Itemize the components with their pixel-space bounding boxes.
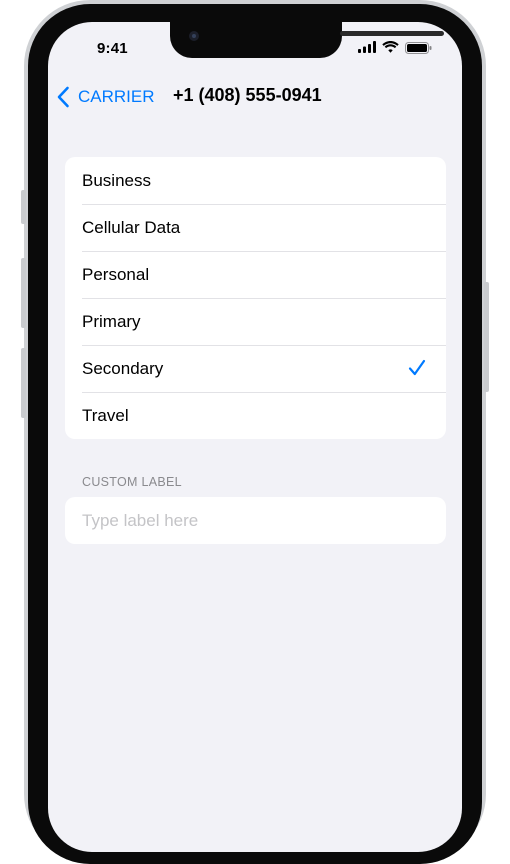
label-list: Business Cellular Data Personal Primary … <box>65 157 446 439</box>
volume-up-button <box>21 258 26 328</box>
status-time: 9:41 <box>97 40 128 57</box>
label-option-text: Business <box>82 170 151 190</box>
label-option-personal[interactable]: Personal <box>65 251 446 298</box>
label-option-travel[interactable]: Travel <box>65 392 446 439</box>
wifi-icon <box>382 41 399 53</box>
volume-down-button <box>21 348 26 418</box>
phone-screen: 9:41 CARRIER +1 (408) 555-0941 Business <box>48 22 462 852</box>
back-button[interactable]: CARRIER <box>56 84 155 110</box>
silent-switch <box>21 190 26 224</box>
chevron-left-icon <box>57 86 69 108</box>
custom-label-input[interactable] <box>82 497 422 544</box>
custom-label-header: CUSTOM LABEL <box>82 475 182 489</box>
speaker-grille <box>340 31 444 36</box>
cellular-signal-icon <box>358 41 376 53</box>
label-option-cellular-data[interactable]: Cellular Data <box>65 204 446 251</box>
battery-icon <box>405 42 432 54</box>
label-option-text: Primary <box>82 311 141 331</box>
label-option-business[interactable]: Business <box>65 157 446 204</box>
checkmark-icon <box>408 359 426 376</box>
label-option-text: Travel <box>82 405 129 425</box>
label-option-text: Secondary <box>82 358 164 378</box>
label-option-text: Cellular Data <box>82 217 181 237</box>
page-title: +1 (408) 555-0941 <box>173 85 322 105</box>
label-option-primary[interactable]: Primary <box>65 298 446 345</box>
power-button <box>484 282 489 392</box>
label-option-text: Personal <box>82 264 150 284</box>
custom-label-field <box>65 497 446 544</box>
front-camera <box>189 31 199 41</box>
label-option-secondary[interactable]: Secondary <box>65 345 446 392</box>
back-button-label: CARRIER <box>78 87 155 106</box>
